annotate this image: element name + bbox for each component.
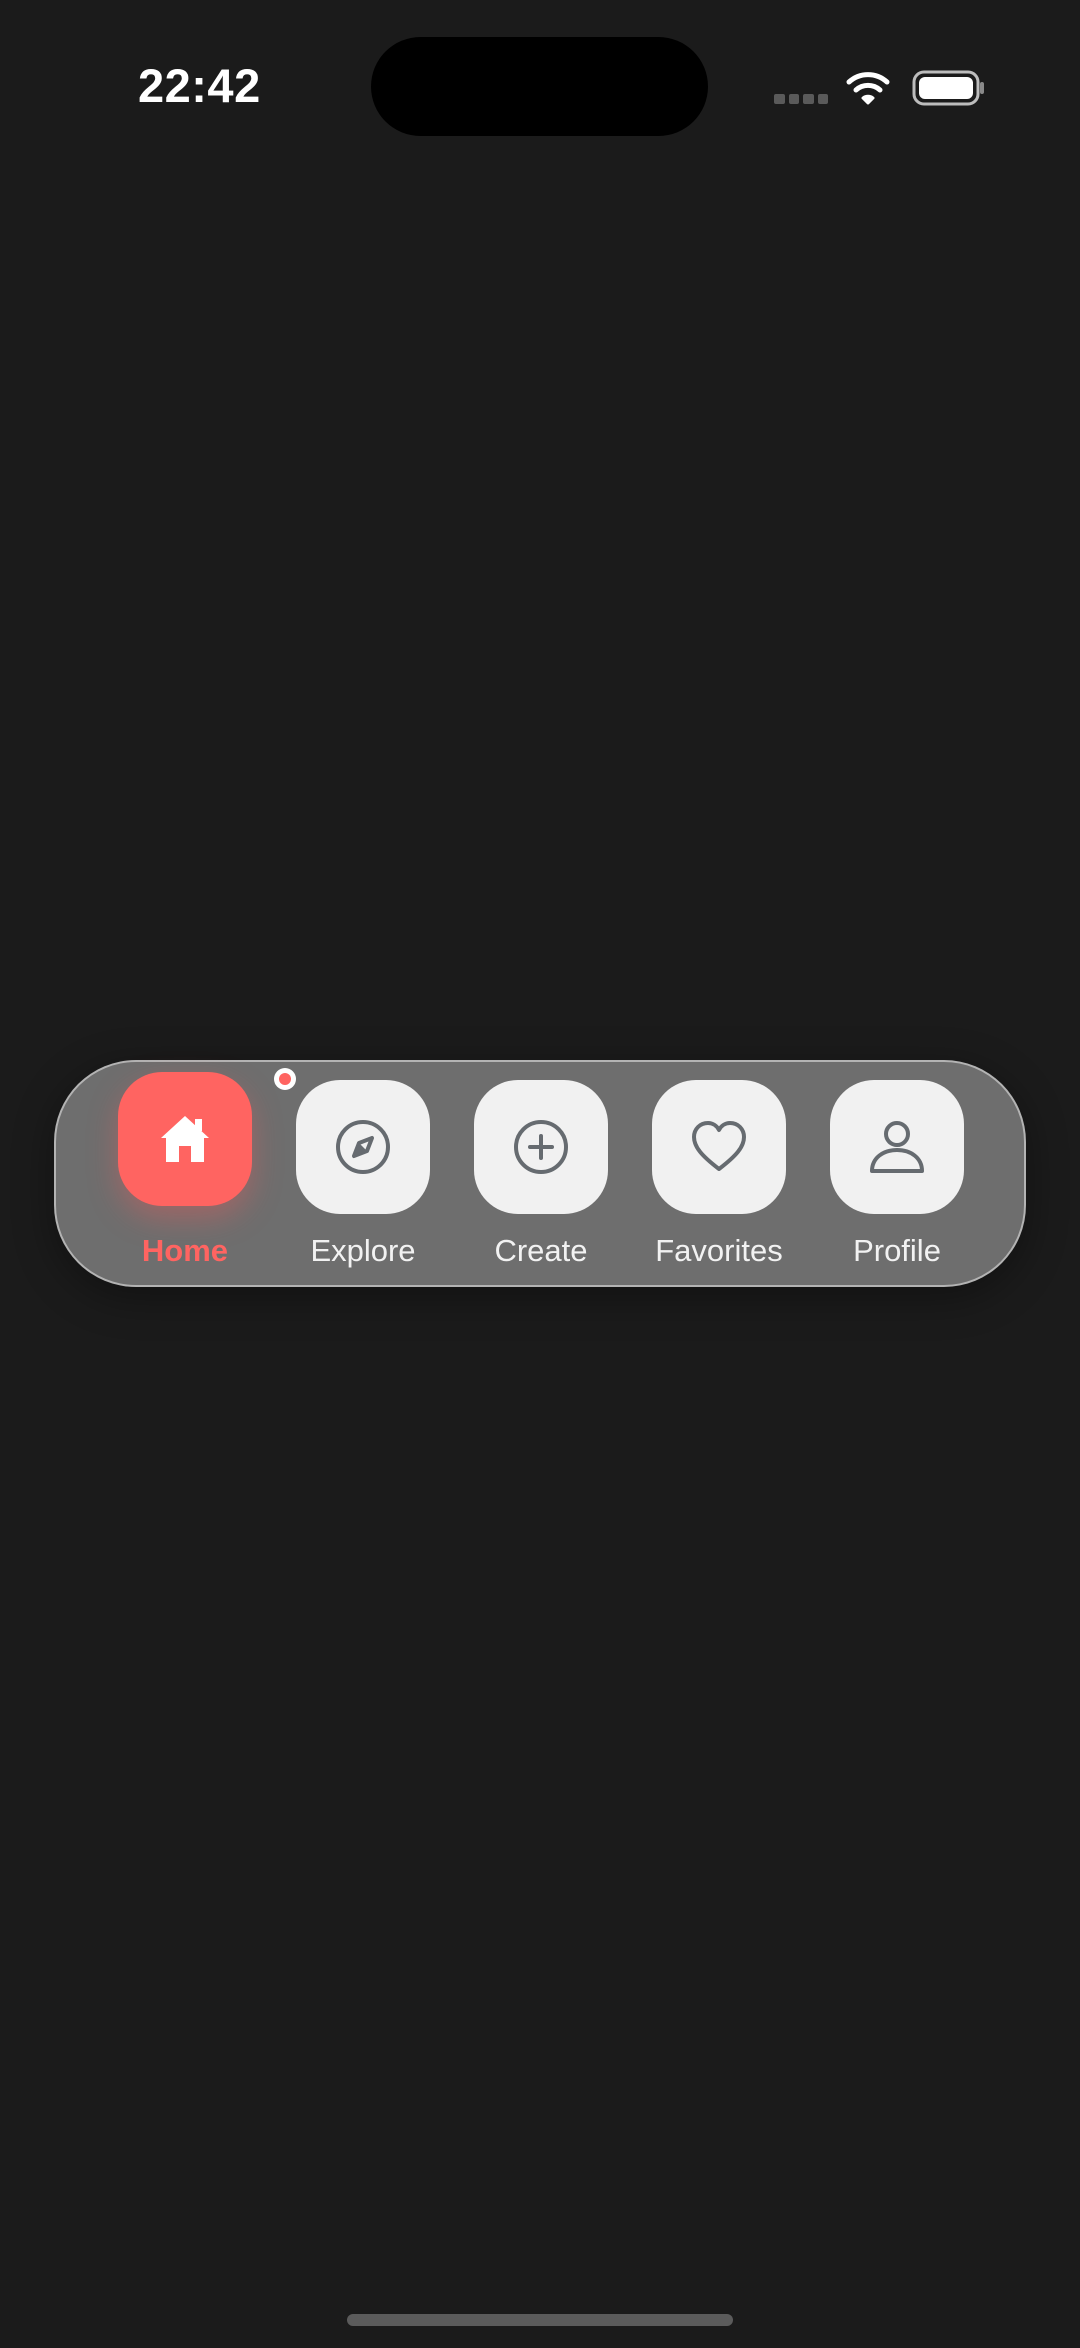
tab-explore[interactable]: Explore [274,1062,452,1289]
tab-profile-button[interactable] [830,1080,964,1214]
tab-home-label: Home [141,1233,229,1268]
tab-bar: Home Explore Create Favorites Profile [54,1060,1026,1287]
tab-explore-button[interactable] [296,1080,430,1214]
tab-create[interactable]: Create [452,1062,630,1289]
status-time: 22:42 [138,59,261,112]
tab-favorites-label: Favorites [655,1233,783,1268]
heart-icon [692,1121,746,1171]
tab-home[interactable]: Home [96,1062,296,1289]
wifi-icon [846,72,890,105]
battery-icon [912,70,984,106]
tab-favorites-button[interactable] [652,1080,786,1214]
signal-bars-icon [774,94,828,106]
tab-create-label: Create [494,1233,588,1268]
compass-icon [336,1120,390,1174]
tab-home-button[interactable] [118,1072,252,1206]
tab-explore-label: Explore [310,1233,416,1268]
plus-circle-icon [514,1120,568,1174]
dynamic-island [371,37,708,136]
tab-profile-label: Profile [853,1233,941,1268]
tab-profile[interactable]: Profile [808,1062,986,1289]
tab-favorites[interactable]: Favorites [630,1062,808,1289]
screen: 22:42 Home Explore Create Favorites Prof… [0,0,1080,2348]
tab-create-button[interactable] [474,1080,608,1214]
person-icon [870,1121,924,1173]
home-icon [161,1116,209,1162]
home-indicator[interactable] [347,2314,733,2326]
